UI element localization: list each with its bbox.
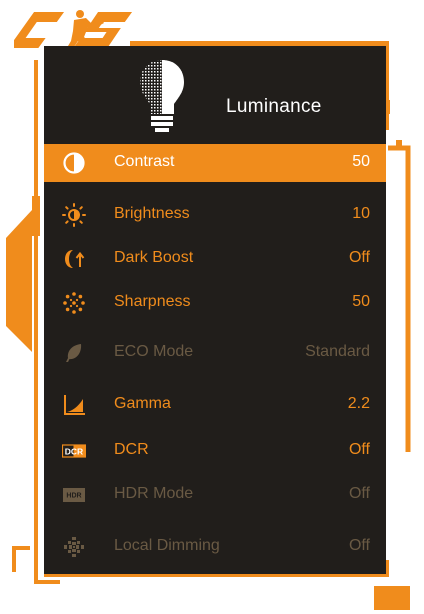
menu-item-dark-boost[interactable]: Dark Boost Off [44, 240, 386, 278]
contrast-icon [63, 152, 85, 174]
leaf-icon [66, 344, 82, 362]
menu-item-label: Contrast [114, 153, 175, 170]
menu-item-value: 2.2 [347, 395, 370, 412]
menu-item-label: ECO Mode [114, 343, 194, 360]
dark-boost-icon [65, 250, 85, 268]
menu-item-label: Gamma [114, 395, 171, 412]
menu-item-label: Brightness [114, 205, 190, 222]
menu-item-gamma[interactable]: Gamma 2.2 [44, 386, 386, 424]
hdr-icon-label: HDR [66, 493, 81, 500]
menu-item-label: DCR [114, 441, 149, 458]
brightness-icon [62, 203, 86, 227]
gamma-icon [64, 395, 85, 415]
menu-item-value: Standard [305, 343, 370, 360]
menu-item-brightness[interactable]: Brightness 10 [44, 196, 386, 234]
local-dimming-icon [64, 537, 84, 557]
menu-item-contrast[interactable]: Contrast 50 [44, 144, 386, 182]
menu-item-eco-mode[interactable]: ECO Mode Standard [44, 334, 386, 372]
page-title: Luminance [226, 96, 322, 117]
menu-item-value: Off [348, 485, 370, 502]
menu-item-local-dimming[interactable]: Local Dimming Off [44, 528, 386, 566]
menu-item-value: Off [348, 537, 370, 554]
dcr-icon: DCR [62, 444, 86, 458]
menu-item-label: Sharpness [114, 293, 191, 310]
hdr-icon: HDR [63, 488, 85, 502]
menu-item-label: Dark Boost [114, 249, 194, 266]
menu-item-label: HDR Mode [114, 485, 194, 502]
menu-item-sharpness[interactable]: Sharpness 50 [44, 284, 386, 322]
menu-item-value: Off [348, 249, 370, 266]
menu-item-label: Local Dimming [114, 537, 220, 554]
lightbulb-icon [140, 60, 184, 132]
menu-item-hdr-mode[interactable]: HDR HDR Mode Off [44, 476, 386, 514]
dcr-icon-label: DCR [65, 446, 83, 456]
menu-item-value: 50 [352, 153, 370, 170]
menu-item-value: 50 [352, 293, 370, 310]
sharpness-icon [63, 292, 85, 314]
luminance-panel: Luminance Contrast 50 Brightness 10 Dark… [44, 46, 386, 574]
menu-item-dcr[interactable]: DCR DCR Off [44, 432, 386, 470]
menu-item-value: 10 [352, 205, 370, 222]
menu-item-value: Off [348, 441, 370, 458]
